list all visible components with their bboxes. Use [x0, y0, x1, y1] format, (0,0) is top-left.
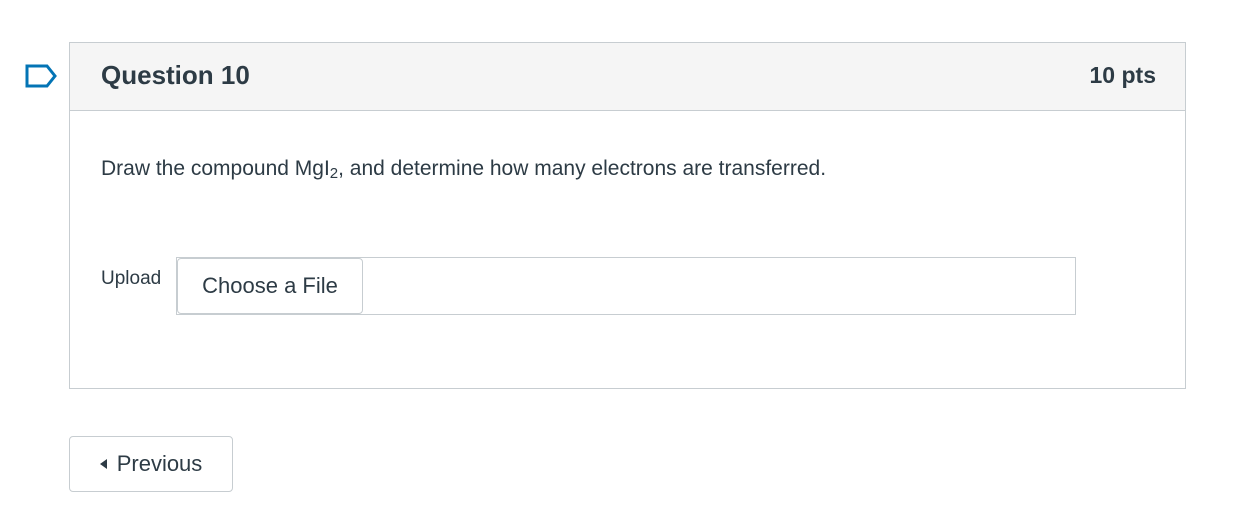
question-points: 10 pts — [1089, 62, 1156, 88]
file-upload-field[interactable]: Choose a File — [176, 257, 1076, 315]
bookmark-flag-icon[interactable] — [24, 63, 58, 89]
question-text-rest: , and determine how many electrons are t… — [338, 157, 827, 180]
quiz-page: Question 10 10 pts Draw the compound MgI… — [0, 0, 1257, 516]
caret-left-icon — [99, 459, 107, 469]
previous-button[interactable]: Previous — [69, 436, 233, 492]
question-title: Question 10 — [101, 60, 250, 90]
previous-button-label: Previous — [116, 451, 203, 476]
question-text-subscript: 2 — [329, 165, 339, 182]
question-card: Question 10 10 pts Draw the compound MgI… — [69, 42, 1186, 389]
question-text-main: Draw the compound MgI — [101, 157, 330, 180]
choose-file-button[interactable]: Choose a File — [177, 258, 363, 314]
question-text: Draw the compound MgI2, and determine ho… — [101, 157, 826, 182]
upload-label: Upload — [101, 268, 162, 289]
question-header: Question 10 10 pts — [70, 43, 1185, 111]
